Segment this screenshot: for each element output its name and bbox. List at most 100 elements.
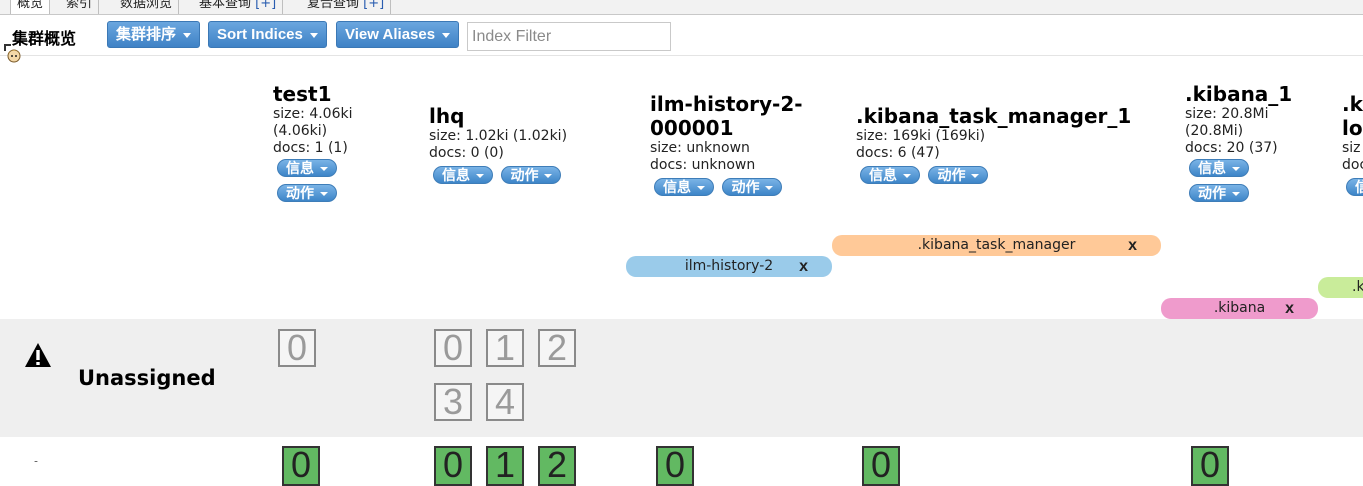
- index-size: size: 4.06ki: [273, 106, 353, 122]
- index-action-button[interactable]: 动作: [1189, 184, 1249, 202]
- assigned-shard[interactable]: 0: [282, 446, 320, 486]
- tab-label: 复合查询: [307, 0, 360, 11]
- sort-indices-button[interactable]: Sort Indices: [208, 21, 327, 48]
- button-label: Sort Indices: [217, 26, 303, 43]
- chevron-down-icon: [765, 186, 774, 190]
- cluster-sort-button[interactable]: 集群排序: [107, 21, 201, 48]
- index-filter-input[interactable]: [467, 22, 671, 51]
- remove-alias-icon[interactable]: x: [1285, 298, 1294, 319]
- alias-label: .k: [1352, 279, 1363, 295]
- button-label: 信息: [286, 161, 314, 177]
- chevron-down-icon: [309, 32, 318, 38]
- tab-basic-query[interactable]: 基本查询 [+]: [193, 0, 284, 14]
- alias-bar-ilm-history[interactable]: ilm-history-2 x: [626, 256, 832, 277]
- index-info-button[interactable]: 信息: [1346, 178, 1363, 196]
- chevron-down-icon: [1232, 192, 1240, 196]
- button-label: 信息: [1355, 180, 1363, 196]
- index-action-button[interactable]: 动作: [928, 166, 989, 184]
- index-header-kibana: .kibana_1 size: 20.8Mi (20.8Mi) docs: 20…: [1185, 82, 1292, 202]
- index-action-button[interactable]: 动作: [277, 184, 337, 202]
- tab-label: 基本查询: [199, 0, 252, 11]
- alias-bar-partial[interactable]: .k: [1318, 277, 1363, 298]
- unassigned-shard[interactable]: 0: [434, 329, 472, 367]
- unassigned-shard[interactable]: 4: [486, 383, 524, 421]
- index-info-button[interactable]: 信息: [277, 159, 337, 177]
- index-info-button[interactable]: 信息: [860, 166, 920, 184]
- index-name: .kibana_1: [1185, 82, 1293, 106]
- unassigned-shard[interactable]: 2: [538, 329, 576, 367]
- unassigned-shard[interactable]: 3: [434, 383, 472, 421]
- chevron-down-icon: [442, 32, 451, 38]
- chevron-down-icon: [320, 167, 328, 171]
- unassigned-shard[interactable]: 0: [278, 329, 316, 367]
- index-size-total: (20.8Mi): [1185, 123, 1244, 139]
- assigned-shard[interactable]: 0: [1191, 446, 1229, 486]
- index-size-total: (4.06ki): [273, 123, 328, 139]
- index-action-button[interactable]: 动作: [722, 178, 783, 196]
- index-size: size: 1.02ki (1.02ki): [429, 128, 568, 144]
- chevron-down-icon: [320, 192, 328, 196]
- alias-bar-kibana-task-manager[interactable]: .kibana_task_manager x: [832, 235, 1161, 256]
- tab-overview[interactable]: 概览: [10, 0, 51, 14]
- chevron-down-icon: [183, 32, 192, 38]
- alias-bar-kibana[interactable]: .kibana x: [1161, 298, 1318, 319]
- button-label: 动作: [731, 180, 760, 196]
- index-name: .k: [1342, 92, 1363, 116]
- index-header-partial: .k lo siz doc 信息: [1342, 92, 1363, 196]
- index-name: test1: [273, 82, 332, 106]
- index-action-button[interactable]: 动作: [501, 166, 562, 184]
- assigned-shard[interactable]: 0: [656, 446, 694, 486]
- index-docs: docs: 20 (37): [1185, 140, 1278, 156]
- tab-label: 数据浏览: [120, 0, 173, 11]
- remove-alias-icon[interactable]: x: [1128, 235, 1137, 256]
- avatar-icon: [4, 44, 22, 64]
- index-docs: docs: 0 (0): [429, 145, 504, 161]
- tab-label: 索引: [66, 0, 93, 11]
- unassigned-label: Unassigned: [78, 366, 216, 390]
- index-size: size: 20.8Mi: [1185, 106, 1269, 122]
- alias-label: .kibana_task_manager: [917, 237, 1076, 253]
- tab-indices[interactable]: 索引: [60, 0, 100, 14]
- index-header-lhq: lhq size: 1.02ki (1.02ki) docs: 0 (0) 信息…: [429, 104, 567, 184]
- button-label: 动作: [1198, 186, 1226, 202]
- assigned-shard[interactable]: 1: [486, 446, 524, 486]
- add-query-link[interactable]: [+]: [255, 0, 276, 11]
- alias-label: .kibana: [1213, 300, 1266, 316]
- index-size: siz: [1342, 140, 1361, 156]
- button-label: 信息: [663, 180, 691, 196]
- chevron-down-icon: [1232, 167, 1240, 171]
- button-label: 集群排序: [116, 26, 177, 43]
- cluster-toolbar: [0, 15, 1363, 56]
- button-label: View Aliases: [345, 26, 436, 43]
- add-query-link[interactable]: [+]: [363, 0, 384, 11]
- chevron-down-icon: [971, 174, 980, 178]
- index-docs: docs: unknown: [650, 157, 756, 173]
- view-aliases-button[interactable]: View Aliases: [336, 21, 460, 48]
- index-docs: docs: 1 (1): [273, 140, 348, 156]
- index-name-continued: 000001: [650, 116, 734, 140]
- index-size: size: unknown: [650, 140, 750, 156]
- index-docs: doc: [1342, 157, 1363, 173]
- button-label: 信息: [869, 168, 897, 184]
- node-row-icon: [26, 455, 46, 462]
- assigned-shard[interactable]: 2: [538, 446, 576, 486]
- tab-data-browse[interactable]: 数据浏览: [114, 0, 180, 14]
- button-label: 信息: [442, 168, 470, 184]
- index-header-ilm-history: ilm-history-2- 000001 size: unknown docs…: [650, 92, 803, 196]
- assigned-shard[interactable]: 0: [434, 446, 472, 486]
- index-info-button[interactable]: 信息: [654, 178, 714, 196]
- index-info-button[interactable]: 信息: [1189, 159, 1249, 177]
- button-label: 动作: [510, 168, 539, 184]
- index-info-button[interactable]: 信息: [433, 166, 493, 184]
- tab-compound-query[interactable]: 复合查询 [+]: [301, 0, 392, 14]
- chevron-down-icon: [544, 174, 553, 178]
- button-label: 信息: [1198, 161, 1226, 177]
- index-docs: docs: 6 (47): [856, 145, 940, 161]
- assigned-shard[interactable]: 0: [862, 446, 900, 486]
- index-size: size: 169ki (169ki): [856, 128, 986, 144]
- unassigned-shard[interactable]: 1: [486, 329, 524, 367]
- button-label: 动作: [937, 168, 966, 184]
- remove-alias-icon[interactable]: x: [799, 256, 808, 277]
- index-name: ilm-history-2-: [650, 92, 803, 116]
- button-label: 动作: [286, 186, 314, 202]
